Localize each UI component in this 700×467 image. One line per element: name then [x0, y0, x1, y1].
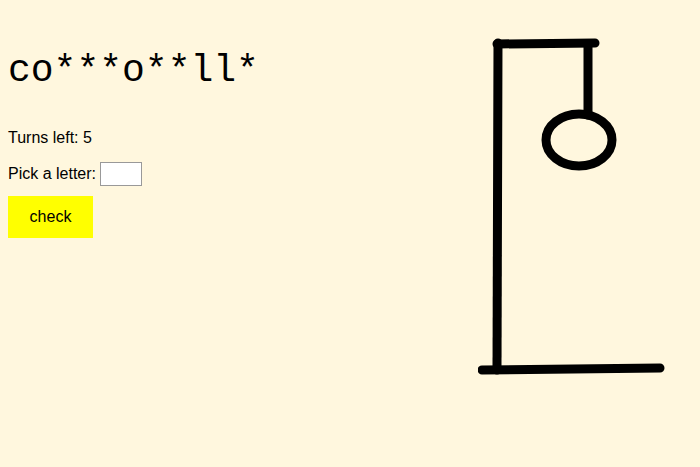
- check-button[interactable]: check: [8, 196, 93, 238]
- letter-label: Pick a letter:: [8, 162, 96, 186]
- game-panel: co***o**ll* Turns left: 5 Pick a letter: ch…: [0, 0, 478, 380]
- gallows-icon: [478, 35, 668, 380]
- gallows-rope: [584, 44, 593, 115]
- turns-left: Turns left: 5: [8, 126, 478, 150]
- letter-input[interactable]: [100, 162, 142, 186]
- masked-word: co***o**ll*: [8, 48, 478, 94]
- gallows-beam: [497, 43, 595, 44]
- letter-row: Pick a letter:: [8, 162, 478, 186]
- gallows-base: [482, 368, 660, 370]
- gallows-pole: [497, 43, 498, 370]
- game-area: co***o**ll* Turns left: 5 Pick a letter: ch…: [0, 0, 700, 380]
- hangman-head: [546, 114, 612, 166]
